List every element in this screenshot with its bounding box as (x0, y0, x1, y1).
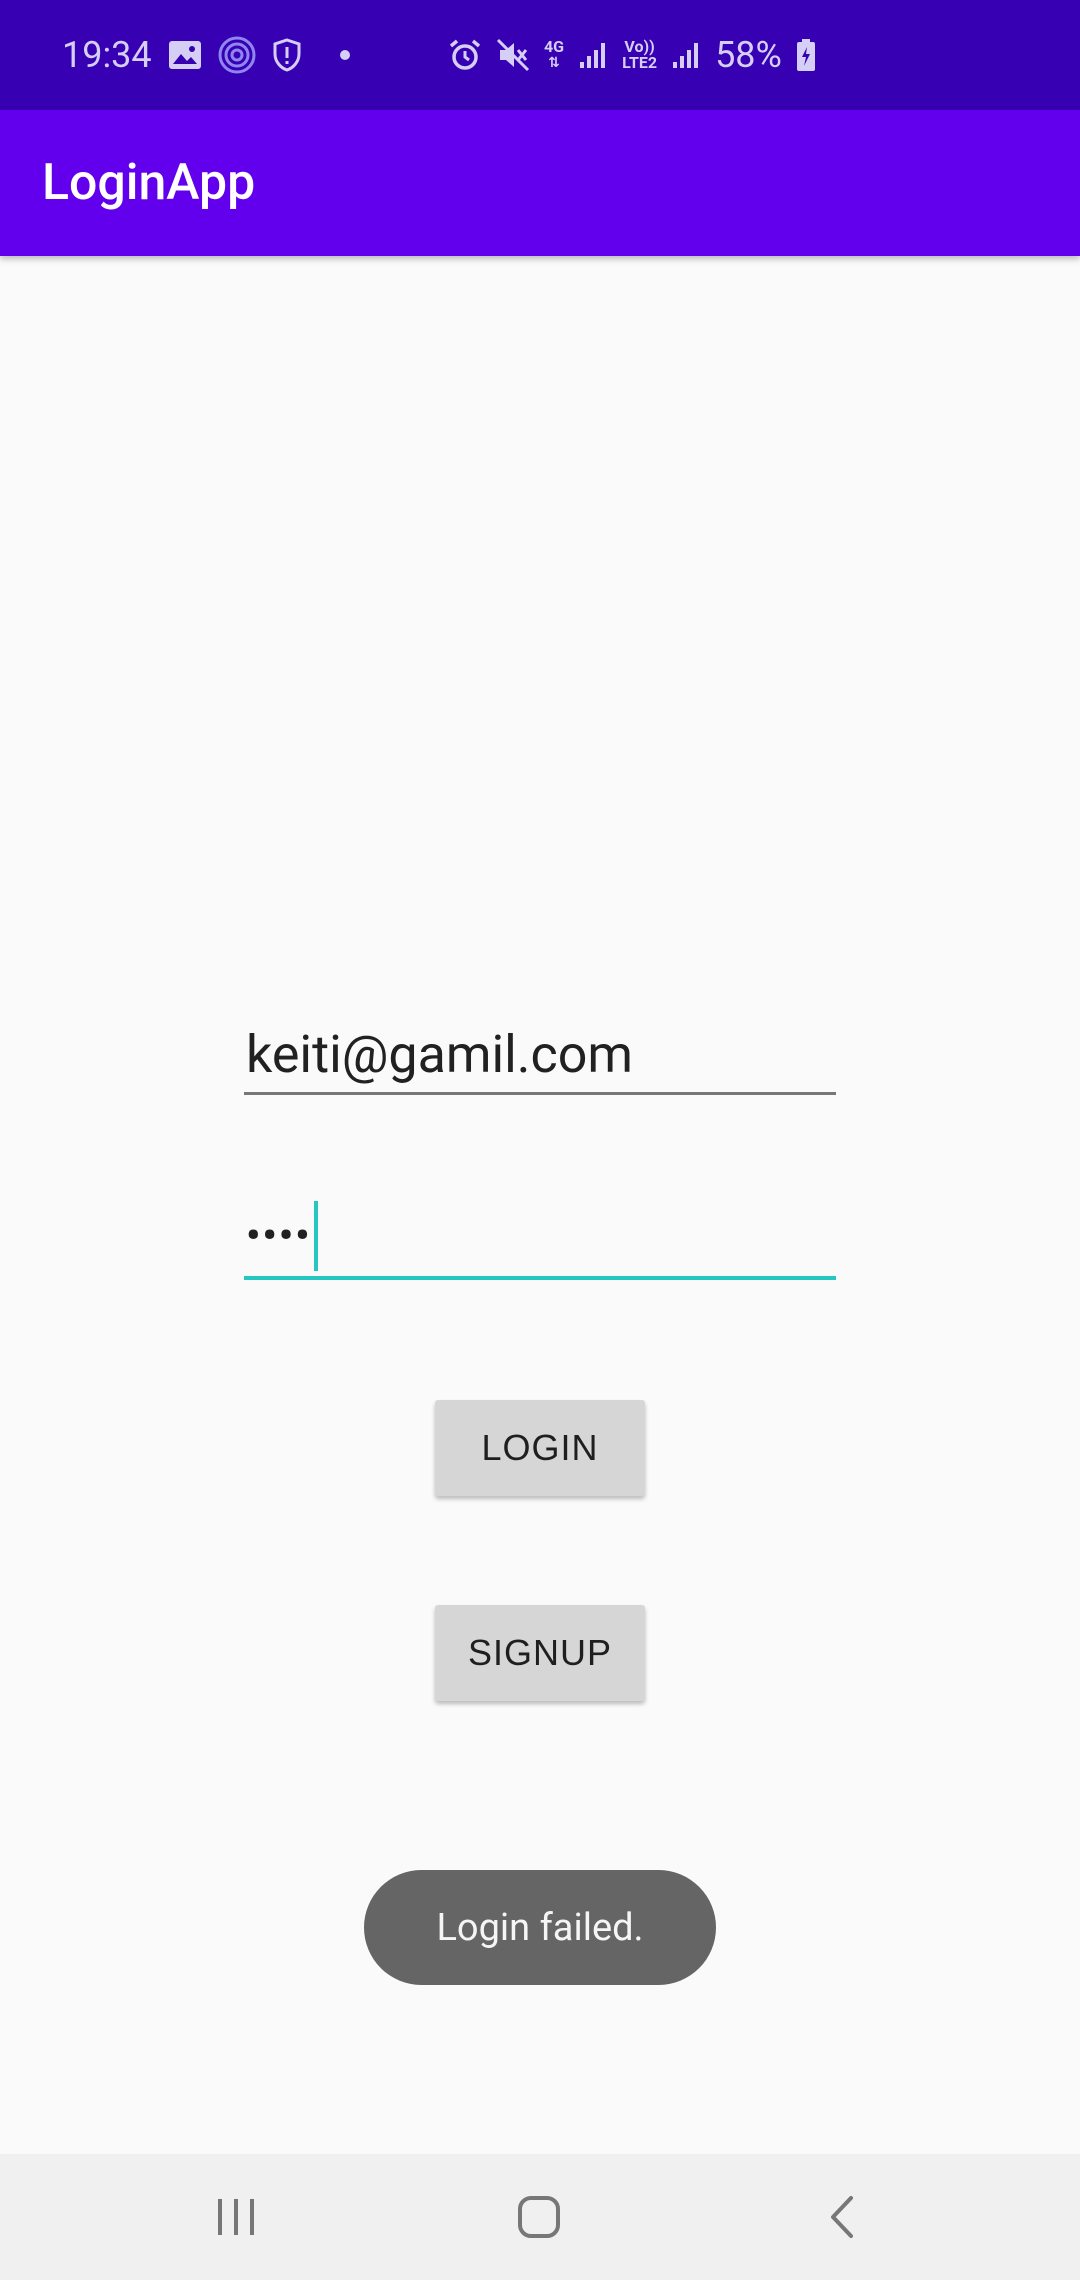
signup-button[interactable]: SIGNUP (435, 1605, 645, 1701)
toast-message: Login failed. (364, 1870, 716, 1985)
app-title: LoginApp (42, 154, 256, 212)
mute-icon (496, 38, 530, 72)
status-bar: 19:34 4G ⇅ Vo)) LTE2 58% (0, 0, 1080, 110)
battery-charging-icon (796, 38, 816, 72)
email-field-value: keiti@gamil.com (246, 1024, 633, 1085)
recent-apps-icon (218, 2199, 254, 2235)
image-icon (168, 40, 202, 70)
alarm-icon (448, 38, 482, 72)
notification-dot-icon (339, 50, 350, 60)
status-time: 19:34 (62, 34, 152, 76)
network-type: 4G ⇅ (544, 37, 565, 72)
volte-indicator: Vo)) LTE2 (622, 37, 658, 72)
home-icon (518, 2196, 560, 2238)
email-field[interactable]: keiti@gamil.com (244, 1015, 836, 1095)
shield-icon (272, 38, 302, 72)
recent-apps-button[interactable] (176, 2154, 296, 2280)
home-button[interactable] (479, 2154, 599, 2280)
password-field[interactable]: •••• (244, 1195, 836, 1280)
text-cursor (313, 1200, 318, 1271)
login-button[interactable]: LOGIN (435, 1400, 645, 1496)
signal-icon (671, 40, 701, 70)
back-icon (831, 2196, 853, 2238)
wifi-calling-icon (218, 36, 256, 74)
status-bar-right: 4G ⇅ Vo)) LTE2 58% (448, 0, 816, 110)
navigation-bar (0, 2154, 1080, 2280)
password-field-value: •••• (246, 1212, 312, 1259)
battery-percent: 58% (715, 34, 782, 76)
status-bar-left: 19:34 (62, 0, 350, 110)
signal-icon (578, 40, 608, 70)
back-button[interactable] (782, 2154, 902, 2280)
app-bar: LoginApp (0, 110, 1080, 256)
